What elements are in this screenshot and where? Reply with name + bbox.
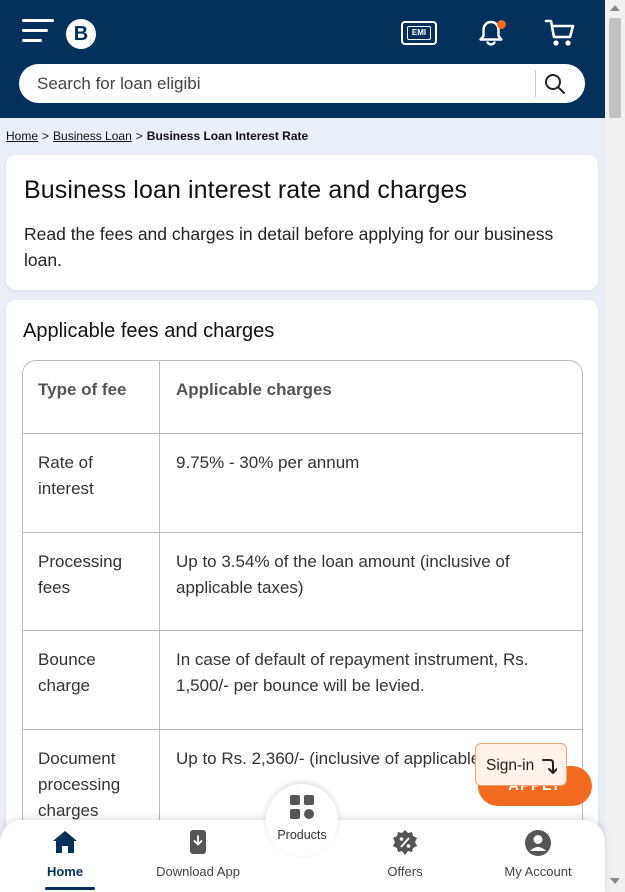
brand-logo[interactable]: B bbox=[66, 19, 96, 49]
phone-download-icon bbox=[190, 830, 206, 854]
fee-type-cell: Processing fees bbox=[23, 533, 160, 630]
top-header: B EMI bbox=[0, 0, 605, 118]
column-header: Type of fee bbox=[23, 361, 160, 433]
fee-type-cell: Rate of interest bbox=[23, 434, 160, 532]
scroll-down-arrow-icon[interactable] bbox=[610, 878, 620, 884]
page-description: Read the fees and charges in detail befo… bbox=[24, 224, 554, 270]
nav-download-app[interactable]: Download App bbox=[138, 820, 258, 892]
sign-in-label: Sign-in bbox=[486, 757, 535, 774]
breadcrumb: Home > Business Loan > Business Loan Interes… bbox=[6, 129, 308, 143]
breadcrumb-current: Business Loan Interest Rate bbox=[146, 129, 309, 143]
nav-products[interactable]: Products bbox=[266, 784, 338, 856]
curved-arrow-icon bbox=[542, 759, 557, 774]
table-row: Bounce charge In case of default of repa… bbox=[23, 630, 582, 729]
nav-my-account[interactable]: My Account bbox=[478, 820, 598, 892]
nav-home[interactable]: Home bbox=[5, 820, 125, 892]
nav-offers-label: Offers bbox=[387, 864, 423, 879]
search-icon[interactable] bbox=[543, 72, 567, 96]
cart-icon[interactable] bbox=[544, 18, 576, 48]
emi-label: EMI bbox=[407, 26, 431, 40]
search-input[interactable] bbox=[37, 64, 537, 103]
search-divider bbox=[535, 70, 536, 97]
fees-heading: Applicable fees and charges bbox=[23, 320, 275, 342]
active-indicator bbox=[45, 887, 95, 890]
fee-charge-cell: In case of default of repayment instrume… bbox=[176, 650, 529, 695]
user-account-icon bbox=[525, 830, 551, 856]
page-title: Business loan interest rate and charges bbox=[24, 176, 468, 204]
home-icon bbox=[53, 831, 77, 853]
breadcrumb-business-loan-link[interactable]: Business Loan bbox=[53, 129, 132, 143]
products-grid-icon bbox=[290, 795, 314, 819]
column-header: Applicable charges bbox=[176, 380, 332, 399]
nav-offers[interactable]: Offers bbox=[345, 820, 465, 892]
scroll-up-arrow-icon[interactable] bbox=[610, 5, 620, 11]
fee-charge-cell: 9.75% - 30% per annum bbox=[176, 453, 360, 472]
table-header-row: Type of fee Applicable charges bbox=[23, 361, 582, 433]
page-scrollbar[interactable] bbox=[605, 0, 625, 892]
offer-badge-icon bbox=[393, 830, 417, 855]
emi-calculator-icon[interactable]: EMI bbox=[401, 21, 437, 45]
menu-icon[interactable] bbox=[22, 19, 54, 43]
breadcrumb-home-link[interactable]: Home bbox=[6, 129, 38, 143]
table-row: Rate of interest 9.75% - 30% per annum bbox=[23, 433, 582, 532]
fee-type-cell: Bounce charge bbox=[23, 631, 160, 729]
scroll-thumb[interactable] bbox=[609, 18, 621, 118]
breadcrumb-separator: > bbox=[135, 129, 143, 143]
notification-dot bbox=[497, 20, 506, 29]
nav-account-label: My Account bbox=[504, 864, 572, 879]
intro-card: Business loan interest rate and charges … bbox=[6, 155, 598, 290]
table-row: Processing fees Up to 3.54% of the loan … bbox=[23, 532, 582, 630]
nav-home-label: Home bbox=[46, 864, 84, 879]
nav-download-label: Download App bbox=[156, 864, 240, 879]
sign-in-button[interactable]: Sign-in bbox=[475, 743, 567, 786]
breadcrumb-separator: > bbox=[42, 129, 50, 143]
fee-charge-cell: Up to 3.54% of the loan amount (inclusiv… bbox=[176, 552, 510, 597]
nav-products-label: Products bbox=[277, 828, 327, 842]
search-bar bbox=[19, 64, 585, 103]
